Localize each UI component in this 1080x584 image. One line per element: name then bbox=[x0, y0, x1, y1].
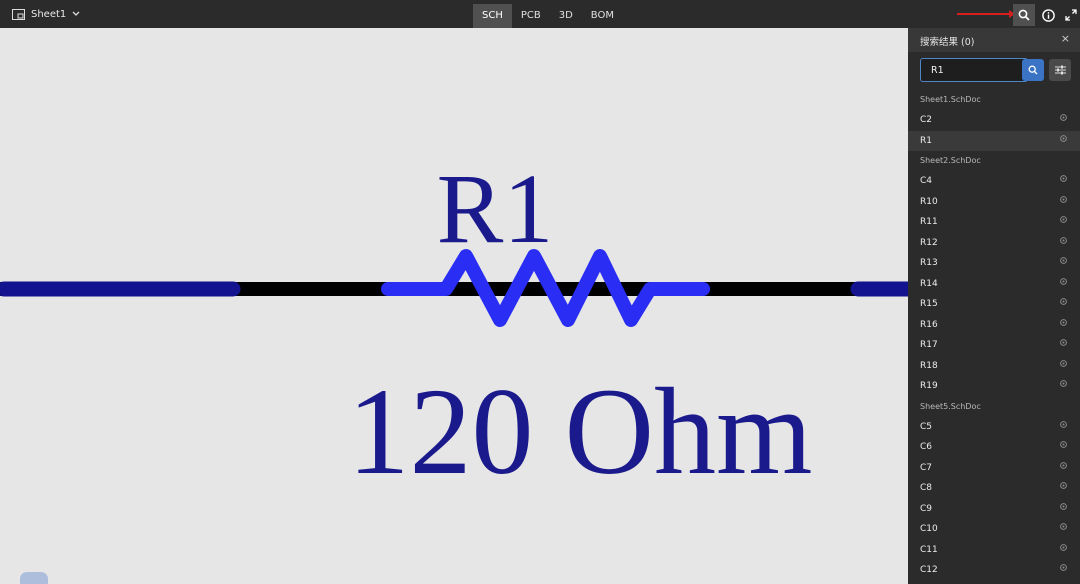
locate-icon[interactable] bbox=[1059, 212, 1068, 233]
result-item[interactable]: C7 bbox=[908, 458, 1080, 479]
panel-title: 搜索结果 (0) bbox=[920, 37, 975, 48]
locate-icon[interactable] bbox=[1059, 335, 1068, 356]
result-item[interactable]: R10 bbox=[908, 192, 1080, 213]
result-item-label: R16 bbox=[920, 319, 938, 330]
search-submit-button[interactable] bbox=[1022, 59, 1044, 81]
result-item[interactable]: R18 bbox=[908, 356, 1080, 377]
schematic-canvas[interactable]: R1 120 Ohm bbox=[0, 28, 908, 584]
view-tabs: SCH PCB 3D BOM bbox=[473, 4, 623, 28]
result-item-label: R13 bbox=[920, 258, 938, 268]
search-icon bbox=[1028, 65, 1038, 75]
locate-icon[interactable] bbox=[1059, 274, 1068, 295]
result-item-label: R17 bbox=[920, 340, 938, 350]
tab-3d[interactable]: 3D bbox=[550, 4, 582, 28]
locate-icon[interactable] bbox=[1059, 437, 1068, 458]
result-item[interactable]: R12 bbox=[908, 233, 1080, 254]
result-item[interactable]: C9 bbox=[908, 499, 1080, 520]
result-item-label: R15 bbox=[920, 299, 938, 309]
sheet-selector[interactable]: Sheet1 bbox=[12, 6, 80, 22]
top-toolbar: Sheet1 SCH PCB 3D BOM bbox=[0, 0, 1080, 29]
result-item-label: C8 bbox=[920, 483, 933, 493]
resistor-symbol[interactable] bbox=[381, 249, 710, 327]
logo-icon bbox=[20, 572, 48, 584]
result-group-header: Sheet5.SchDoc bbox=[920, 401, 981, 411]
locate-icon[interactable] bbox=[1059, 519, 1068, 540]
result-item[interactable]: C10 bbox=[908, 519, 1080, 540]
tab-bom[interactable]: BOM bbox=[582, 4, 623, 28]
result-item[interactable]: R14 bbox=[908, 274, 1080, 295]
result-item[interactable]: R16 bbox=[908, 315, 1080, 336]
result-item-label: C9 bbox=[920, 503, 933, 514]
results-list: Sheet1.SchDoc C2 R1 Sheet2.SchDoc C4 R10 R11 R1… bbox=[908, 90, 1080, 581]
result-item-label: R10 bbox=[920, 196, 938, 207]
search-input[interactable] bbox=[920, 58, 1028, 82]
result-item[interactable]: R19 bbox=[908, 376, 1080, 397]
result-item[interactable]: R15 bbox=[908, 294, 1080, 315]
result-item-label: C2 bbox=[920, 115, 933, 125]
locate-icon[interactable] bbox=[1059, 560, 1068, 581]
result-item-label: R14 bbox=[920, 278, 938, 289]
result-item[interactable]: C8 bbox=[908, 478, 1080, 499]
info-button[interactable] bbox=[1037, 4, 1059, 26]
search-button[interactable] bbox=[1013, 4, 1035, 26]
panel-header: 搜索结果 (0) × bbox=[908, 28, 1080, 52]
sliders-icon bbox=[1054, 65, 1066, 75]
locate-icon[interactable] bbox=[1059, 376, 1068, 397]
result-item[interactable]: R17 bbox=[908, 335, 1080, 356]
result-item[interactable]: R1 bbox=[908, 130, 1080, 152]
result-item-label: C12 bbox=[920, 565, 938, 575]
value-label[interactable]: 120 Ohm bbox=[348, 363, 813, 500]
locate-icon[interactable] bbox=[1059, 233, 1068, 254]
locate-icon[interactable] bbox=[1059, 417, 1068, 438]
locate-icon[interactable] bbox=[1059, 458, 1068, 479]
result-item[interactable]: C2 bbox=[908, 110, 1080, 131]
locate-icon[interactable] bbox=[1059, 499, 1068, 520]
locate-icon[interactable] bbox=[1059, 192, 1068, 213]
chevron-down-icon bbox=[72, 11, 80, 16]
result-item-label: R12 bbox=[920, 237, 938, 248]
result-item-label: C4 bbox=[920, 176, 933, 186]
locate-icon[interactable] bbox=[1059, 294, 1068, 315]
designator-label[interactable]: R1 bbox=[437, 153, 554, 264]
filter-button[interactable] bbox=[1049, 59, 1071, 81]
locate-icon[interactable] bbox=[1059, 110, 1068, 131]
tab-pcb[interactable]: PCB bbox=[512, 4, 550, 28]
locate-icon[interactable] bbox=[1059, 131, 1068, 152]
close-icon[interactable]: × bbox=[1061, 32, 1070, 45]
search-results-panel: 搜索结果 (0) × Sheet1.SchDoc C2 R1 Sheet2.SchDo… bbox=[908, 28, 1080, 584]
result-item[interactable]: C4 bbox=[908, 171, 1080, 192]
search-icon bbox=[1018, 9, 1030, 21]
result-group-header: Sheet2.SchDoc bbox=[920, 156, 981, 165]
schematic-drawing: R1 120 Ohm bbox=[0, 153, 908, 500]
fullscreen-button[interactable] bbox=[1060, 4, 1080, 26]
sheet-label: Sheet1 bbox=[31, 8, 67, 20]
result-item-label: C11 bbox=[920, 544, 938, 555]
tab-sch[interactable]: SCH bbox=[473, 4, 512, 28]
result-group-header: Sheet1.SchDoc bbox=[920, 95, 981, 104]
locate-icon[interactable] bbox=[1059, 540, 1068, 561]
result-item-label: R18 bbox=[920, 360, 938, 371]
result-item-label: C6 bbox=[920, 442, 933, 452]
result-item[interactable]: R13 bbox=[908, 253, 1080, 274]
locate-icon[interactable] bbox=[1059, 253, 1068, 274]
result-item[interactable]: R11 bbox=[908, 212, 1080, 233]
result-item-label: C7 bbox=[920, 462, 933, 473]
result-item[interactable]: C12 bbox=[908, 560, 1080, 581]
locate-icon[interactable] bbox=[1059, 356, 1068, 377]
result-item-label: C10 bbox=[920, 524, 938, 534]
result-item[interactable]: C6 bbox=[908, 437, 1080, 458]
result-item-label: R19 bbox=[920, 381, 938, 391]
locate-icon[interactable] bbox=[1059, 171, 1068, 192]
info-icon bbox=[1041, 8, 1055, 22]
result-item[interactable]: C11 bbox=[908, 540, 1080, 561]
locate-icon[interactable] bbox=[1059, 315, 1068, 336]
sheet-icon bbox=[12, 8, 25, 20]
result-item[interactable]: C5 bbox=[908, 417, 1080, 438]
result-item-label: R11 bbox=[920, 217, 938, 227]
fullscreen-icon bbox=[1065, 9, 1077, 21]
result-item-label: R1 bbox=[920, 135, 932, 146]
annotation-arrow bbox=[957, 10, 1015, 18]
locate-icon[interactable] bbox=[1059, 478, 1068, 499]
result-item-label: C5 bbox=[920, 421, 933, 432]
